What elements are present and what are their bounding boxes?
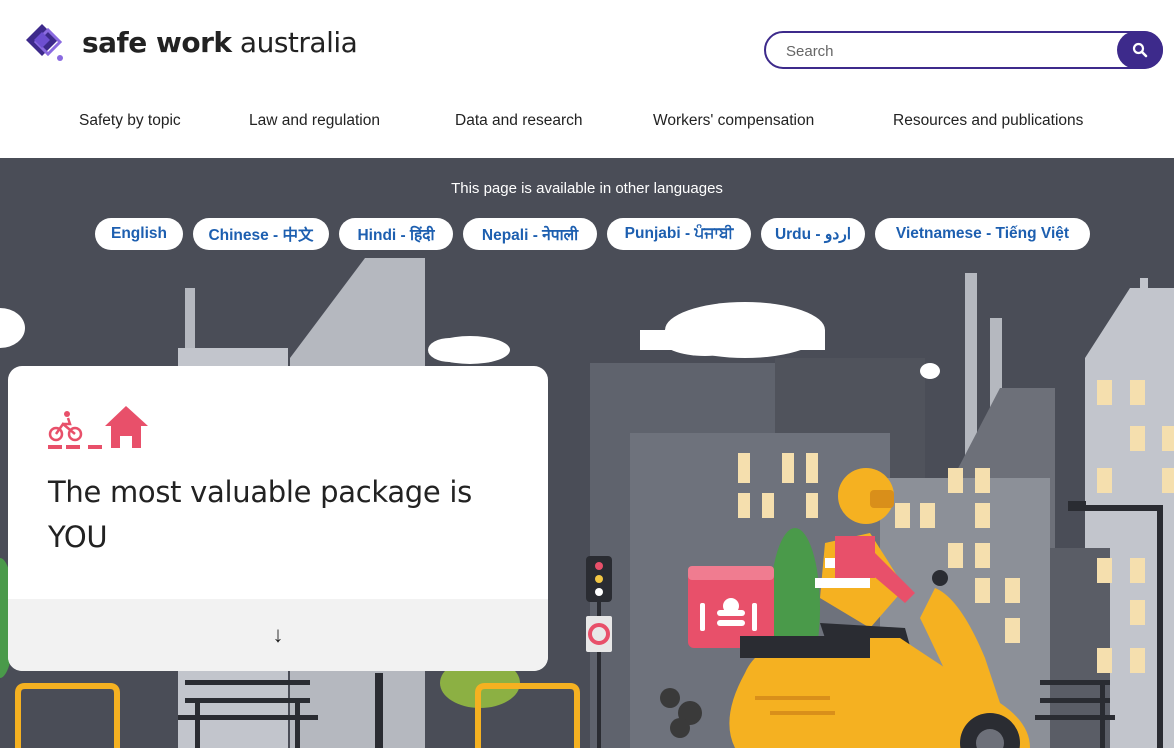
- logo-text: safe work australia: [82, 25, 358, 59]
- scroll-down-button[interactable]: ↓: [8, 599, 548, 671]
- lang-button-nepali[interactable]: Nepali - नेपाली: [463, 218, 597, 250]
- nav-item-safety-by-topic[interactable]: Safety by topic: [79, 112, 181, 130]
- lang-button-english[interactable]: English: [95, 218, 183, 250]
- site-header: safe work australia Safety by topic Law …: [0, 0, 1174, 158]
- lang-button-punjabi[interactable]: Punjabi - ਪੰਜਾਬੀ: [607, 218, 751, 250]
- nav-item-workers-compensation[interactable]: Workers' compensation: [653, 112, 814, 130]
- nav-item-resources-and-publications[interactable]: Resources and publications: [893, 112, 1083, 130]
- search-input[interactable]: [786, 41, 1096, 61]
- hero-title: The most valuable package is YOU: [48, 475, 472, 554]
- lang-button-urdu[interactable]: Urdu - اردو: [761, 218, 865, 250]
- lang-button-hindi[interactable]: Hindi - हिंदी: [339, 218, 453, 250]
- bicycle-to-home-icon: [48, 406, 148, 449]
- language-selector: English Chinese - 中文 Hindi - हिंदी Nepal…: [0, 218, 1174, 250]
- nav-item-data-and-research[interactable]: Data and research: [455, 112, 583, 130]
- site-logo[interactable]: safe work australia: [22, 20, 358, 64]
- languages-title: This page is available in other language…: [451, 180, 723, 197]
- lang-button-chinese[interactable]: Chinese - 中文: [193, 218, 329, 250]
- lang-button-vietnamese[interactable]: Vietnamese - Tiếng Việt: [875, 218, 1090, 250]
- search-icon: [1132, 42, 1148, 58]
- nav-item-law-and-regulation[interactable]: Law and regulation: [249, 112, 380, 130]
- card-icons: [48, 404, 152, 455]
- search-button[interactable]: [1117, 31, 1163, 69]
- main-nav: Safety by topic Law and regulation Data …: [0, 112, 1174, 138]
- search-box: [764, 31, 1163, 69]
- logo-mark-icon: [26, 24, 63, 61]
- hero-banner: This page is available in other language…: [0, 158, 1174, 748]
- page: safe work australia Safety by topic Law …: [0, 0, 1174, 748]
- arrow-down-icon: ↓: [272, 622, 284, 647]
- hero-card: The most valuable package is YOU ↓: [8, 366, 548, 671]
